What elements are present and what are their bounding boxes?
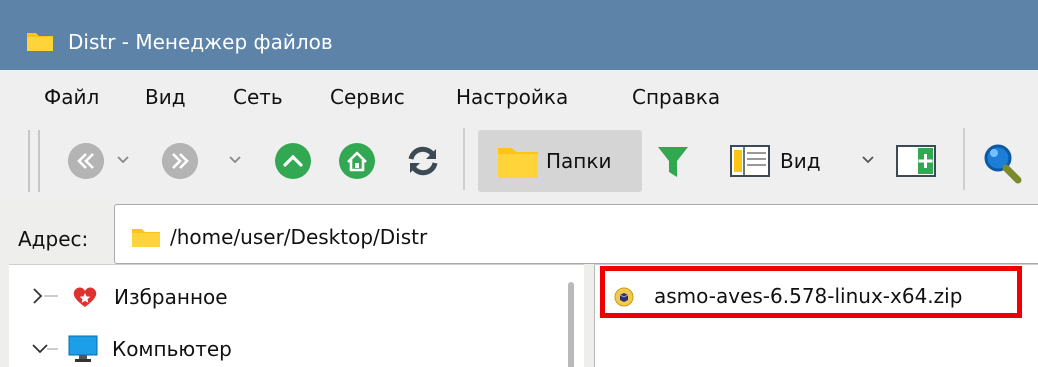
back-history-chevron-icon[interactable] bbox=[115, 152, 131, 168]
file-list-pane bbox=[594, 264, 1038, 367]
computer-icon bbox=[68, 335, 98, 362]
view-columns-icon bbox=[730, 145, 770, 177]
add-pane-icon bbox=[896, 145, 936, 177]
address-path[interactable]: /home/user/Desktop/Distr bbox=[170, 226, 427, 248]
zip-archive-icon bbox=[614, 287, 634, 307]
home-icon bbox=[339, 143, 375, 179]
view-dropdown-chevron-icon[interactable] bbox=[860, 152, 876, 168]
menu-service[interactable]: Сервис bbox=[330, 86, 405, 108]
view-button-label[interactable]: Вид bbox=[780, 150, 821, 172]
file-manager-window: Distr - Менеджер файлов Файл Вид Сеть Се… bbox=[0, 0, 1038, 367]
window-title: Distr - Менеджер файлов bbox=[68, 30, 333, 54]
filter-button[interactable] bbox=[656, 144, 690, 180]
folder-icon bbox=[27, 33, 53, 51]
toolbar-separator bbox=[963, 128, 965, 190]
toolbar-grip[interactable] bbox=[28, 130, 40, 192]
search-icon bbox=[984, 144, 1022, 184]
home-button[interactable] bbox=[339, 143, 375, 179]
tree-item-favorites[interactable]: Избранное bbox=[114, 286, 228, 308]
menu-file[interactable]: Файл bbox=[44, 86, 99, 108]
title-bar[interactable]: Distr - Менеджер файлов bbox=[0, 0, 1038, 70]
up-button[interactable] bbox=[275, 143, 311, 179]
folders-toggle-label: Папки bbox=[546, 149, 612, 173]
menu-help[interactable]: Справка bbox=[632, 86, 720, 108]
folder-icon bbox=[498, 148, 538, 178]
forward-icon bbox=[162, 143, 198, 179]
back-button[interactable] bbox=[68, 143, 104, 179]
refresh-icon bbox=[408, 146, 438, 176]
file-item-zip[interactable]: asmo-aves-6.578-linux-x64.zip bbox=[654, 285, 962, 307]
favorites-heart-icon bbox=[73, 287, 97, 307]
address-label: Адрес: bbox=[18, 227, 89, 251]
toolbar-separator bbox=[463, 128, 465, 190]
back-icon bbox=[68, 143, 104, 179]
forward-history-chevron-icon[interactable] bbox=[227, 152, 243, 168]
collapse-arrow-icon[interactable] bbox=[30, 338, 60, 360]
up-icon bbox=[275, 143, 311, 179]
menu-view[interactable]: Вид bbox=[145, 86, 186, 108]
search-button[interactable] bbox=[982, 142, 1028, 186]
tree-item-computer[interactable]: Компьютер bbox=[112, 338, 232, 360]
tree-scrollbar[interactable] bbox=[568, 282, 574, 367]
view-button[interactable] bbox=[730, 145, 770, 177]
new-tab-button[interactable] bbox=[896, 145, 936, 177]
menu-settings[interactable]: Настройка bbox=[456, 86, 568, 108]
folder-icon bbox=[132, 229, 160, 247]
menu-network[interactable]: Сеть bbox=[233, 86, 283, 108]
expand-arrow-icon[interactable] bbox=[30, 285, 60, 307]
refresh-button[interactable] bbox=[403, 141, 443, 181]
filter-icon bbox=[658, 147, 688, 177]
forward-button[interactable] bbox=[162, 143, 198, 179]
